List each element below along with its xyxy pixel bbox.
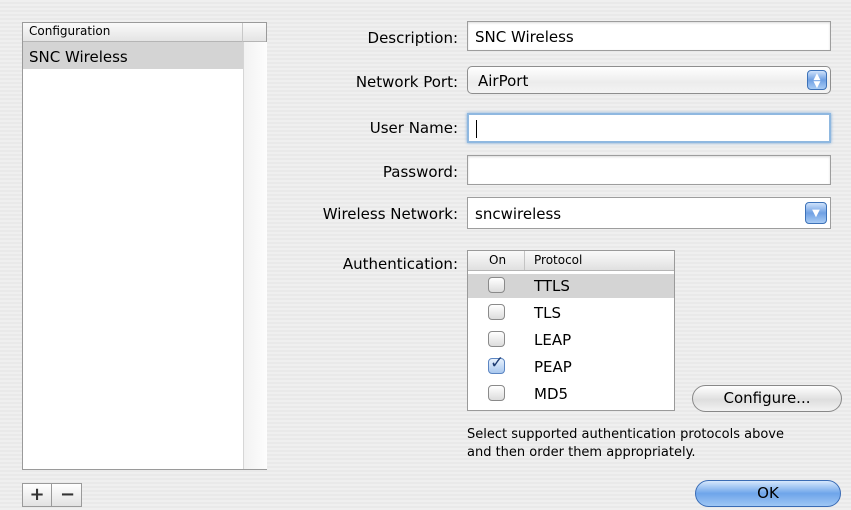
authentication-label: Authentication: — [342, 255, 458, 273]
description-label: Description: — [367, 29, 458, 47]
configure-button[interactable]: Configure... — [692, 385, 842, 412]
protocol-checkbox-tls[interactable] — [488, 304, 505, 320]
hint-line-1: Select supported authentication protocol… — [467, 427, 784, 442]
protocol-column-header[interactable]: Protocol — [534, 253, 582, 267]
protocol-row-md5[interactable]: MD5 — [468, 382, 674, 406]
protocol-checkbox-md5[interactable] — [488, 385, 505, 401]
protocol-name: MD5 — [534, 385, 569, 403]
text-caret — [476, 120, 477, 138]
protocol-checkbox-peap[interactable]: ✓ — [488, 353, 505, 374]
network-port-value: AirPort — [478, 72, 529, 90]
password-label: Password: — [382, 163, 458, 181]
chevron-down-icon[interactable]: ▼ — [805, 202, 827, 224]
header-filler — [243, 23, 266, 42]
user-name-label: User Name: — [369, 119, 458, 137]
protocol-table-header: On Protocol — [468, 251, 674, 271]
list-scrollbar[interactable] — [243, 42, 267, 469]
configuration-item-snc-wireless[interactable]: SNC Wireless — [23, 42, 243, 69]
list-edit-buttons: + − — [22, 483, 82, 507]
on-column-header[interactable]: On — [468, 251, 525, 270]
ok-button[interactable]: OK — [695, 480, 841, 507]
checkmark-icon: ✓ — [490, 353, 505, 373]
add-configuration-button[interactable]: + — [23, 484, 52, 506]
protocol-name: PEAP — [534, 358, 572, 376]
protocol-name: LEAP — [534, 331, 572, 349]
network-port-popup[interactable]: AirPort ▲ ▼ — [467, 66, 831, 94]
network-port-label: Network Port: — [355, 73, 458, 91]
protocol-row-ttls[interactable]: TTLS — [468, 274, 674, 298]
protocol-row-tls[interactable]: TLS — [468, 301, 674, 325]
protocol-row-peap[interactable]: ✓ PEAP — [468, 353, 674, 379]
description-value: SNC Wireless — [475, 28, 574, 46]
protocol-row-leap[interactable]: LEAP — [468, 328, 674, 352]
description-field[interactable]: SNC Wireless — [467, 21, 831, 51]
wireless-network-value: sncwireless — [475, 205, 562, 223]
protocol-name: TTLS — [534, 277, 570, 295]
protocol-name: TLS — [534, 304, 562, 322]
configuration-column-header[interactable]: Configuration — [23, 23, 243, 42]
authentication-protocol-table: On Protocol TTLS TLS LEAP ✓ PEAP MD5 — [467, 250, 675, 411]
protocol-checkbox-ttls[interactable] — [488, 277, 505, 293]
wireless-network-label: Wireless Network: — [322, 205, 458, 223]
wireless-network-combo[interactable]: sncwireless ▼ — [467, 197, 831, 229]
up-down-arrows-icon: ▲ ▼ — [807, 70, 827, 90]
remove-configuration-button[interactable]: − — [53, 484, 82, 506]
password-field[interactable] — [467, 155, 831, 185]
user-name-field[interactable] — [467, 113, 831, 143]
protocol-checkbox-leap[interactable] — [488, 331, 505, 347]
configuration-list[interactable]: Configuration SNC Wireless — [22, 22, 267, 470]
authentication-hint: Select supported authentication protocol… — [467, 426, 847, 462]
hint-line-2: and then order them appropriately. — [467, 445, 696, 460]
